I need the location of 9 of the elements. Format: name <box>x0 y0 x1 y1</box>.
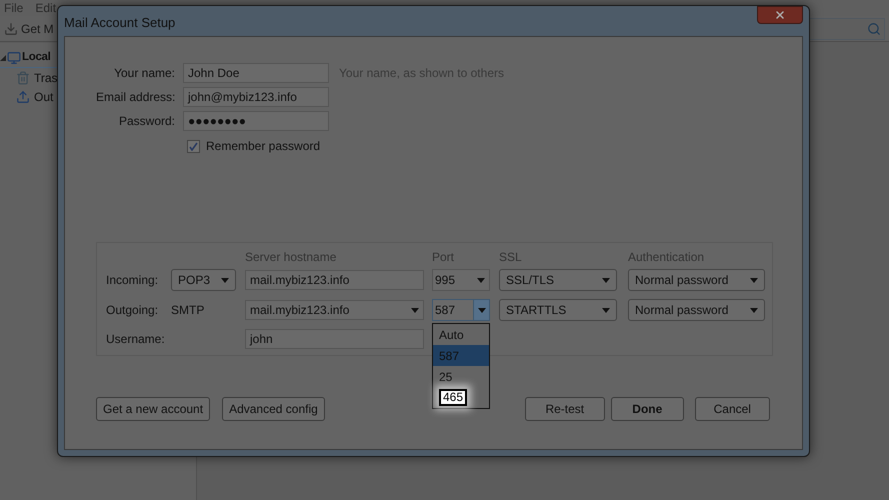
field-label: Your name: <box>113 65 175 82</box>
row-label: Outgoing: <box>106 302 160 319</box>
field-label: Password: <box>118 113 175 130</box>
window-title: Mail Account Setup <box>64 14 176 32</box>
field-label: Email address: <box>96 89 175 106</box>
protocol-label: SMTP <box>171 303 204 317</box>
row-label: Incoming: <box>106 272 160 289</box>
checkbox-label: Remember password <box>206 138 320 155</box>
row-label: Username: <box>106 331 166 348</box>
